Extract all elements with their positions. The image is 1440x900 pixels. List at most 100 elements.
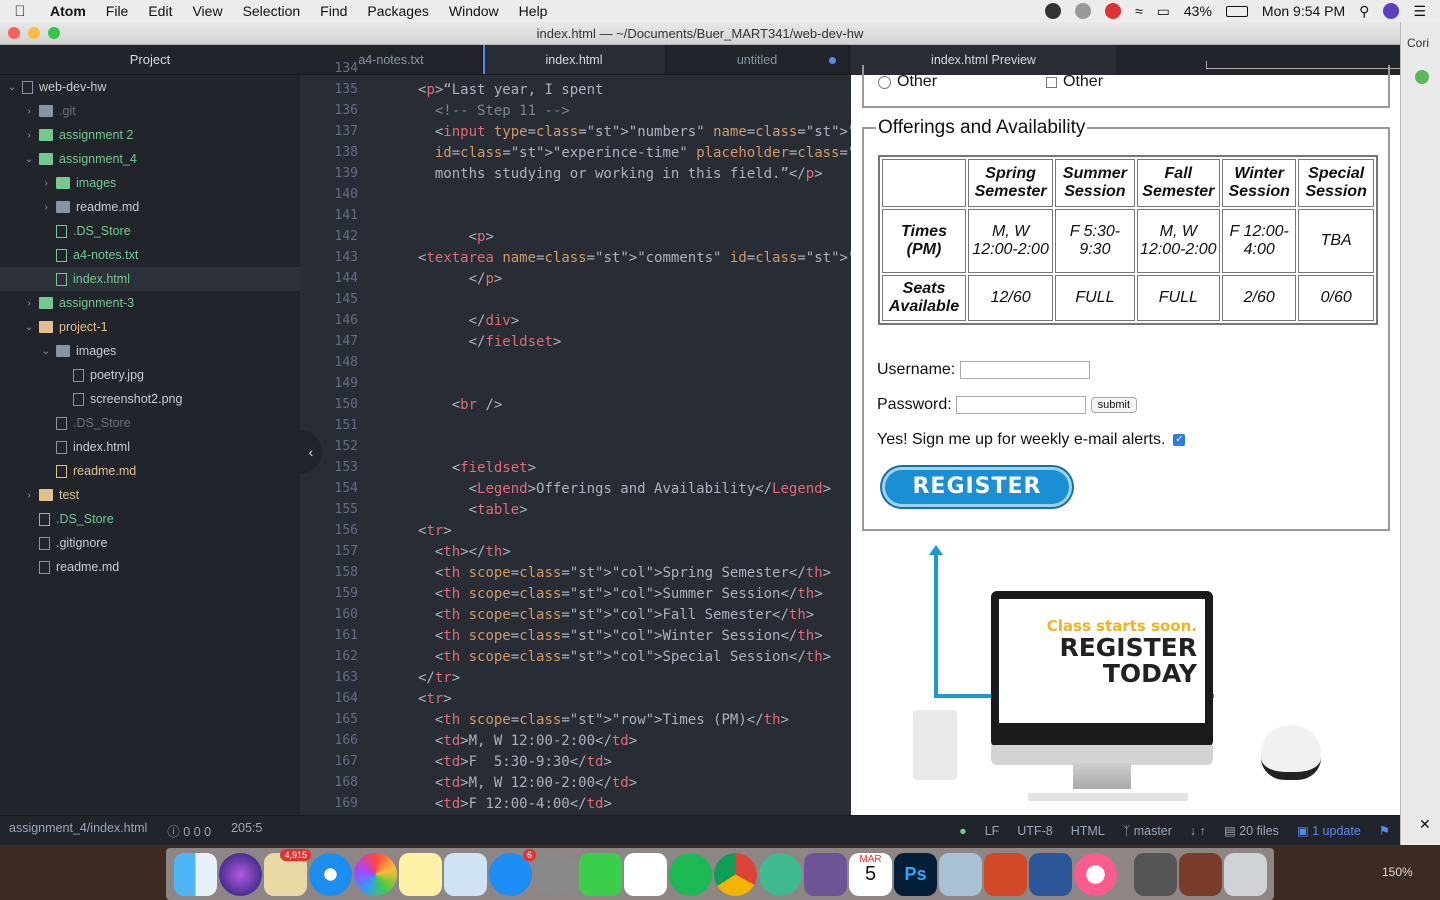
- app-store-icon[interactable]: 6: [489, 848, 536, 896]
- minimized-window-icon[interactable]: [1134, 852, 1177, 896]
- tree-item[interactable]: .DS_Store: [0, 507, 300, 531]
- office-icon[interactable]: [624, 852, 667, 896]
- clock[interactable]: Mon 9:54 PM: [1262, 3, 1345, 19]
- itunes-icon[interactable]: [1074, 852, 1117, 896]
- battery-percent[interactable]: 43%: [1184, 3, 1212, 19]
- code-line[interactable]: <p>: [418, 229, 494, 245]
- airplay-icon[interactable]: ▭: [1157, 3, 1170, 20]
- tree-item[interactable]: readme.md: [0, 459, 300, 483]
- status-line-ending[interactable]: LF: [985, 824, 1000, 838]
- siri-icon[interactable]: [1383, 3, 1400, 19]
- facetime-icon[interactable]: [579, 852, 622, 896]
- safari-icon[interactable]: [309, 852, 352, 896]
- chevron-right-icon[interactable]: ›: [38, 202, 54, 213]
- trash-icon[interactable]: [1224, 852, 1267, 896]
- status-encoding[interactable]: UTF-8: [1017, 824, 1052, 838]
- calendar-icon[interactable]: MAR 5: [849, 852, 892, 896]
- atom-icon[interactable]: [759, 852, 802, 896]
- menu-find[interactable]: Find: [310, 3, 357, 19]
- tree-item[interactable]: .DS_Store: [0, 219, 300, 243]
- chrome-icon[interactable]: [714, 852, 757, 896]
- code-line[interactable]: <tr>: [418, 691, 452, 707]
- status-grammar[interactable]: HTML: [1071, 824, 1105, 838]
- code-editor[interactable]: a4-notes.txt index.html untitled 134 135 <…: [300, 45, 851, 815]
- code-line[interactable]: <textarea name=class="st">"comments" id=…: [418, 250, 851, 266]
- submit-button[interactable]: submit: [1090, 397, 1138, 413]
- photos-icon[interactable]: [354, 852, 397, 896]
- chevron-right-icon[interactable]: ›: [38, 178, 54, 189]
- tree-item[interactable]: ⌄ images: [0, 339, 300, 363]
- code-line[interactable]: <th scope=class="st">"col">Special Sessi…: [418, 649, 831, 665]
- menu-app[interactable]: Atom: [40, 3, 96, 19]
- powerpoint-icon[interactable]: [984, 852, 1027, 896]
- fetch-icon[interactable]: ↓ ↑: [1190, 824, 1206, 838]
- tab-index-html[interactable]: index.html: [483, 45, 666, 74]
- code-line[interactable]: <td>F 12:00-4:00</td>: [418, 796, 612, 812]
- status-diagnostics[interactable]: ⓘ 0 0 0: [167, 821, 211, 840]
- register-button[interactable]: REGISTER: [882, 467, 1072, 507]
- username-input[interactable]: [959, 361, 1090, 379]
- tree-item[interactable]: › .git: [0, 99, 300, 123]
- notes-icon[interactable]: [399, 852, 442, 896]
- status-file-path[interactable]: assignment_4/index.html: [9, 821, 147, 840]
- tree-item[interactable]: ⌄ project-1: [0, 315, 300, 339]
- image-capture-icon[interactable]: [939, 852, 982, 896]
- status-files[interactable]: ▤ 20 files: [1224, 823, 1279, 838]
- chevron-right-icon[interactable]: ›: [21, 298, 37, 309]
- code-line[interactable]: <th></th>: [418, 544, 511, 560]
- code-line[interactable]: <td>M, W 12:00-2:00</td>: [418, 775, 637, 791]
- strip-close-icon[interactable]: ✕: [1419, 816, 1431, 833]
- chevron-down-icon[interactable]: ⌄: [21, 154, 37, 165]
- tree-item[interactable]: ⌄ web-dev-hw: [0, 75, 300, 99]
- github-desktop-icon[interactable]: [804, 852, 847, 896]
- word-icon[interactable]: [1029, 852, 1072, 896]
- tree-item[interactable]: › test: [0, 483, 300, 507]
- downloads-stack-icon[interactable]: [1179, 852, 1222, 896]
- code-line[interactable]: <br />: [418, 397, 503, 413]
- spotify-icon[interactable]: [669, 852, 712, 896]
- siri-dock-icon[interactable]: [219, 852, 262, 896]
- code-line[interactable]: </fieldset>: [418, 334, 562, 350]
- code-line[interactable]: <td>F 5:30-9:30</td>: [418, 754, 612, 770]
- code-line[interactable]: </div>: [418, 313, 520, 329]
- zoom-window-button[interactable]: [48, 27, 60, 39]
- tree-item[interactable]: poetry.jpg: [0, 363, 300, 387]
- cloud-icon[interactable]: [1074, 3, 1091, 19]
- tree-item[interactable]: screenshot2.png: [0, 387, 300, 411]
- code-line[interactable]: <th scope=class="st">"col">Spring Semest…: [418, 565, 831, 581]
- status-update[interactable]: ▣ 1 update: [1297, 823, 1361, 838]
- chevron-down-icon[interactable]: ⌄: [21, 322, 37, 333]
- other-checkbox[interactable]: [1046, 76, 1057, 88]
- menu-help[interactable]: Help: [509, 3, 558, 19]
- menu-edit[interactable]: Edit: [138, 3, 182, 19]
- preview-app-icon[interactable]: [444, 852, 487, 896]
- apple-icon[interactable]: : [0, 3, 40, 20]
- chevron-down-icon[interactable]: ⌄: [4, 82, 20, 93]
- chevron-right-icon[interactable]: ›: [21, 106, 37, 117]
- code-line[interactable]: <tr>: [418, 523, 452, 539]
- code-line[interactable]: <th scope=class="st">"col">Summer Sessio…: [418, 586, 823, 602]
- code-line[interactable]: months studying or working in this field…: [418, 166, 823, 182]
- antivirus-icon[interactable]: [1104, 3, 1121, 19]
- tab-untitled[interactable]: untitled: [666, 45, 849, 74]
- tree-item[interactable]: › readme.md: [0, 195, 300, 219]
- code-line[interactable]: <fieldset>: [418, 460, 536, 476]
- code-line[interactable]: <th scope=class="st">"col">Fall Semester…: [418, 607, 814, 623]
- photoshop-icon[interactable]: Ps: [894, 852, 937, 896]
- tree-item[interactable]: readme.md: [0, 555, 300, 579]
- chevron-down-icon[interactable]: ⌄: [38, 346, 54, 357]
- code-line[interactable]: </p>: [418, 271, 503, 287]
- tree-item[interactable]: › images: [0, 171, 300, 195]
- tree-item[interactable]: index.html: [0, 435, 300, 459]
- notification-center-icon[interactable]: ☰: [1413, 3, 1426, 20]
- code-line[interactable]: <Legend>Offerings and Availability</Lege…: [418, 481, 831, 497]
- tree-item[interactable]: .gitignore: [0, 531, 300, 555]
- tree-item[interactable]: index.html: [0, 267, 300, 291]
- chevron-right-icon[interactable]: ›: [21, 130, 37, 141]
- code-line[interactable]: id=class="st">"experince-time" placehold…: [418, 145, 851, 161]
- tree-item[interactable]: a4-notes.txt: [0, 243, 300, 267]
- code-line[interactable]: <th scope=class="st">"col">Winter Sessio…: [418, 628, 823, 644]
- code-line[interactable]: <p>“Last year, I spent: [418, 82, 603, 98]
- menu-window[interactable]: Window: [439, 3, 509, 19]
- tree-item[interactable]: ⌄ assignment_4: [0, 147, 300, 171]
